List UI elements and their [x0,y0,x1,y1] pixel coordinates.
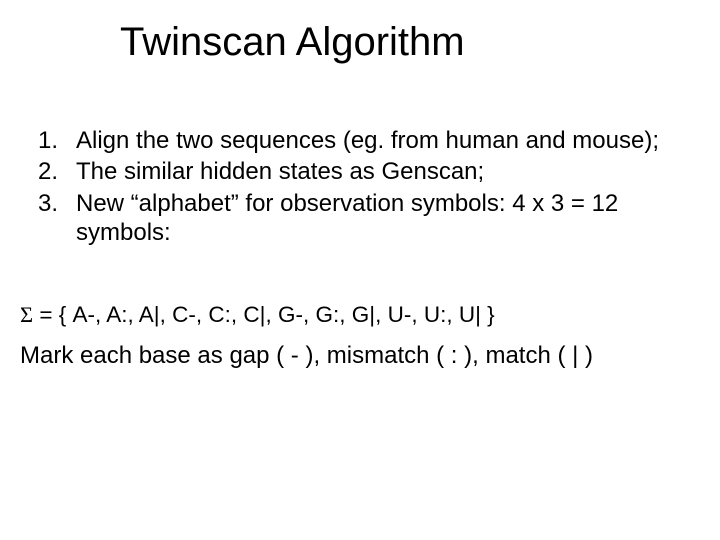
slide-title: Twinscan Algorithm [120,20,465,65]
mark-legend: Mark each base as gap ( - ), mismatch ( … [20,338,680,374]
numbered-list: 1. Align the two sequences (eg. from hum… [20,126,680,249]
list-item-text: New “alphabet” for observation symbols: … [76,189,680,248]
list-item-number: 1. [20,126,76,155]
list-item-text: The similar hidden states as Genscan; [76,157,680,186]
alphabet-set: = { A-, A:, A|, C-, C:, C|, G-, G:, G|, … [33,302,495,327]
list-item: 1. Align the two sequences (eg. from hum… [20,126,680,155]
list-item-text: Align the two sequences (eg. from human … [76,126,680,155]
list-item-number: 3. [20,189,76,248]
list-item-number: 2. [20,157,76,186]
sigma-symbol: Σ [20,302,33,327]
list-item: 2. The similar hidden states as Genscan; [20,157,680,186]
alphabet-definition: Σ = { A-, A:, A|, C-, C:, C|, G-, G:, G|… [20,298,680,332]
definition-block: Σ = { A-, A:, A|, C-, C:, C|, G-, G:, G|… [20,298,680,374]
slide: Twinscan Algorithm 1. Align the two sequ… [0,0,720,540]
list-item: 3. New “alphabet” for observation symbol… [20,189,680,248]
